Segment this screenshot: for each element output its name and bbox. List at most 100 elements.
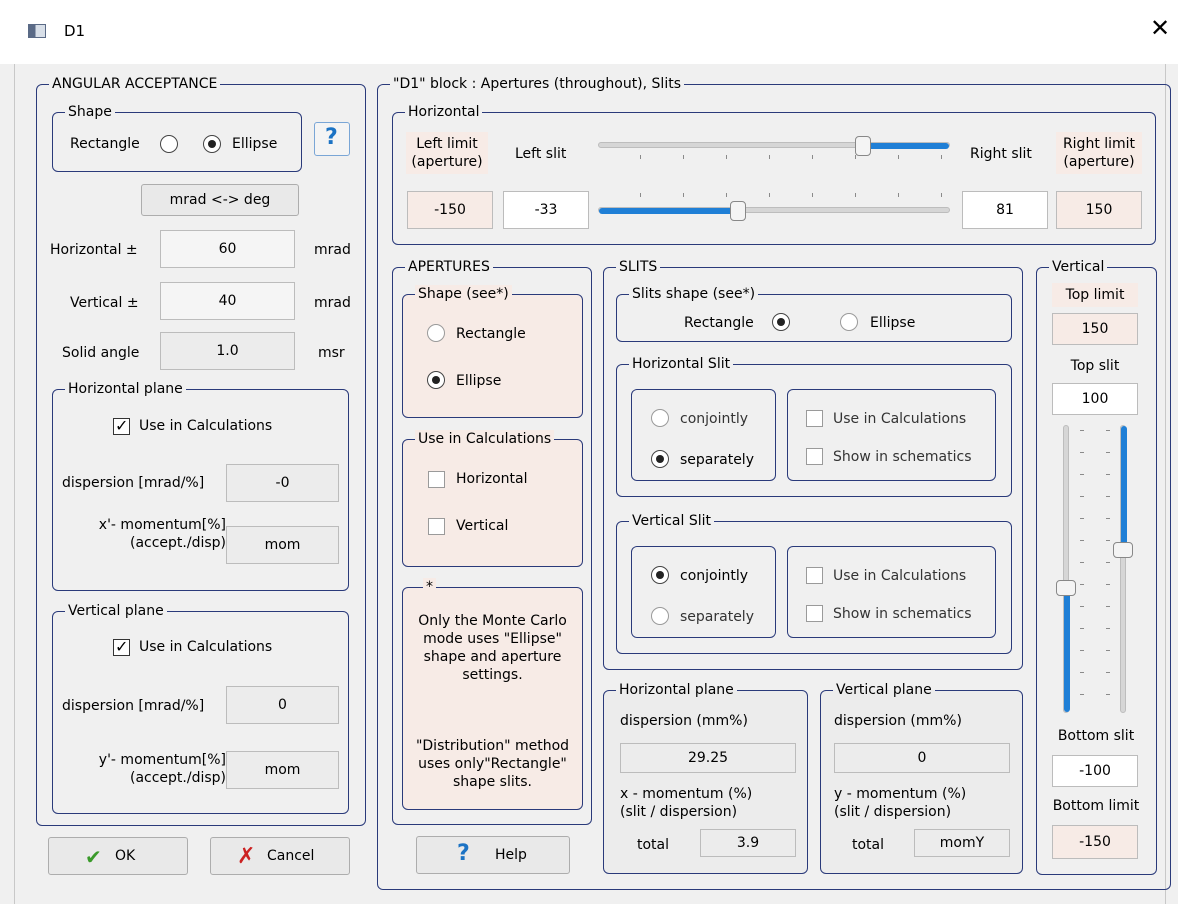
- ok-label: OK: [115, 848, 136, 864]
- horizontal-unit: mrad: [314, 242, 351, 258]
- slit-horizontal-plane-legend: Horizontal plane: [616, 681, 737, 699]
- hslit-conjointly-radio[interactable]: [651, 409, 669, 427]
- slider-tick: [941, 193, 942, 197]
- top-limit-label: Top limit: [1065, 287, 1125, 303]
- note-line-4: settings.: [462, 667, 523, 683]
- shape-help-button[interactable]: ?: [314, 122, 350, 156]
- slits-ellipse-radio[interactable]: [840, 313, 858, 331]
- vplane2-total-label: total: [852, 837, 885, 853]
- slits-legend: SLITS: [616, 258, 661, 276]
- aperture-vertical-checkbox[interactable]: [428, 518, 445, 535]
- window-icon: [28, 24, 46, 38]
- top-limit-input[interactable]: 150: [1052, 313, 1138, 345]
- ok-button[interactable]: ✔ OK: [48, 837, 188, 875]
- hslit-conjointly-label: conjointly: [680, 411, 749, 427]
- shape-ellipse-radio[interactable]: [203, 135, 221, 153]
- vertical-legend: Vertical: [1049, 258, 1108, 276]
- d1-block-legend: "D1" block : Apertures (throughout), Sli…: [390, 75, 684, 93]
- note-legend: *: [423, 578, 436, 596]
- vslit-conjointly-radio[interactable]: [651, 566, 669, 584]
- right-slit-input[interactable]: 81: [962, 191, 1048, 229]
- hslit-show-schem-checkbox[interactable]: [806, 448, 823, 465]
- help-icon: ?: [325, 125, 338, 150]
- bottom-limit-input[interactable]: -150: [1052, 825, 1138, 859]
- slits-shape-group: Slits shape (see*): [616, 285, 1012, 342]
- note-line-1: Only the Monte Carlo: [418, 613, 567, 629]
- right-limit-input[interactable]: 150: [1056, 191, 1142, 229]
- hslit-separately-radio[interactable]: [651, 450, 669, 468]
- aperture-horizontal-checkbox[interactable]: [428, 471, 445, 488]
- vplane-momentum-label-1: y'- momentum[%]: [98, 752, 226, 768]
- vertical-pm-label: Vertical ±: [70, 295, 139, 311]
- vplane2-momentum-label-2: (slit / dispersion): [834, 804, 952, 820]
- vslit-options-box: [787, 546, 996, 638]
- vplane-dispersion-value: 0: [226, 686, 339, 724]
- bottom-slit-input[interactable]: -100: [1052, 755, 1138, 787]
- vslit-separately-label: separately: [680, 609, 754, 625]
- left-slit-input[interactable]: -33: [503, 191, 589, 229]
- vplane2-total-value: momY: [914, 829, 1010, 857]
- note-line-6: uses only"Rectangle": [418, 756, 567, 772]
- right-limit-label-2: (aperture): [1063, 154, 1135, 170]
- left-limit-input[interactable]: -150: [407, 191, 493, 229]
- note-line-7: shape slits.: [452, 774, 532, 790]
- slider-tick: [683, 193, 684, 197]
- hslit-separately-label: separately: [680, 452, 754, 468]
- slider-tick: [769, 155, 770, 159]
- right-slit-slider-fill: [866, 143, 949, 149]
- right-slit-slider-thumb[interactable]: [855, 136, 871, 156]
- close-icon[interactable]: ✕: [1150, 16, 1170, 40]
- help-question-icon: ?: [457, 841, 470, 866]
- hplane2-dispersion-label: dispersion (mm%): [620, 713, 748, 729]
- slider-tick: [640, 155, 641, 159]
- shape-rectangle-label: Rectangle: [70, 136, 140, 152]
- vslit-use-calc-checkbox[interactable]: [806, 567, 823, 584]
- top-slit-slider-thumb[interactable]: [1113, 542, 1133, 558]
- slider-tick: [941, 155, 942, 159]
- hplane-dispersion-value: -0: [226, 464, 339, 502]
- aperture-ellipse-radio[interactable]: [427, 371, 445, 389]
- vertical-unit: mrad: [314, 295, 351, 311]
- vertical-slider-ticks: [1080, 430, 1110, 710]
- slider-tick: [855, 193, 856, 197]
- vertical-pm-input[interactable]: 40: [160, 282, 295, 320]
- aperture-shape-group: Shape (see*): [402, 285, 583, 418]
- top-slit-slider-fill: [1121, 426, 1127, 549]
- shape-legend: Shape: [65, 103, 115, 121]
- cancel-label: Cancel: [267, 848, 315, 864]
- aperture-use-group: Use in Calculations: [402, 430, 583, 567]
- slider-tick: [683, 155, 684, 159]
- aperture-rectangle-radio[interactable]: [427, 324, 445, 342]
- cancel-button[interactable]: ✗ Cancel: [210, 837, 350, 875]
- vplane-momentum-label-2: (accept./disp): [129, 770, 226, 786]
- help-button[interactable]: ? Help: [416, 836, 570, 874]
- hslit-use-calc-checkbox[interactable]: [806, 410, 823, 427]
- aperture-rectangle-label: Rectangle: [456, 326, 526, 342]
- shape-rectangle-radio[interactable]: [160, 135, 178, 153]
- right-limit-header: Right limit (aperture): [1056, 132, 1142, 174]
- slider-tick: [855, 155, 856, 159]
- slits-ellipse-label: Ellipse: [870, 315, 916, 331]
- aperture-ellipse-label: Ellipse: [456, 373, 502, 389]
- solid-angle-unit: msr: [318, 345, 345, 361]
- horizontal-pm-label: Horizontal ±: [50, 242, 138, 258]
- vslit-separately-radio[interactable]: [651, 607, 669, 625]
- vplane-use-calc-checkbox[interactable]: [113, 637, 130, 656]
- hplane-use-calc-checkbox[interactable]: [113, 416, 130, 435]
- angular-acceptance-legend: ANGULAR ACCEPTANCE: [49, 75, 221, 93]
- left-slit-slider-fill: [599, 208, 737, 214]
- left-slit-slider-thumb[interactable]: [730, 201, 746, 221]
- mrad-deg-convert-button[interactable]: mrad <-> deg: [141, 184, 299, 216]
- top-slit-input[interactable]: 100: [1052, 383, 1138, 415]
- hplane-use-calc-label: Use in Calculations: [139, 418, 273, 434]
- horizontal-pm-input[interactable]: 60: [160, 230, 295, 268]
- apertures-legend: APERTURES: [405, 258, 493, 276]
- aperture-horizontal-label: Horizontal: [456, 471, 528, 487]
- solid-angle-label: Solid angle: [62, 345, 140, 361]
- vslit-show-schem-checkbox[interactable]: [806, 605, 823, 622]
- hplane-momentum-label-2: (accept./disp): [129, 535, 226, 551]
- solid-angle-value: 1.0: [160, 332, 295, 370]
- slits-rectangle-radio[interactable]: [772, 313, 790, 331]
- bottom-slit-slider-thumb[interactable]: [1056, 580, 1076, 596]
- note-line-3: shape and aperture: [423, 649, 562, 665]
